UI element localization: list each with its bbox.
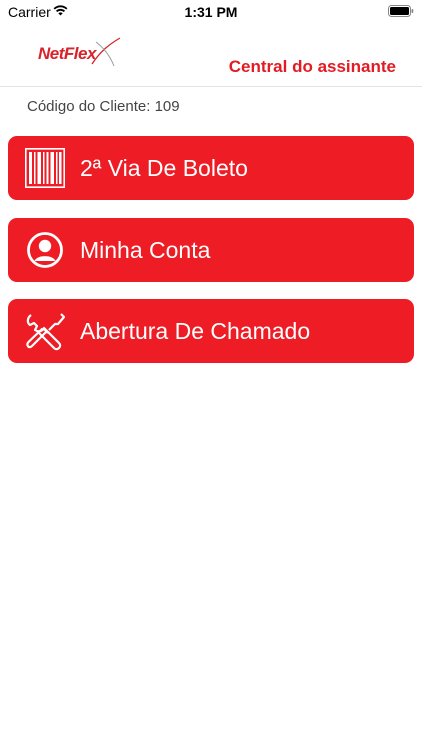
status-bar: Carrier 1:31 PM xyxy=(0,0,422,24)
logo-text: NetFlex xyxy=(38,44,96,63)
tools-icon xyxy=(26,313,65,351)
open-ticket-button-label: Abertura De Chamado xyxy=(80,318,311,344)
open-ticket-button[interactable]: Abertura De Chamado xyxy=(8,299,414,363)
account-button[interactable]: Minha Conta xyxy=(8,218,414,282)
netflex-logo: NetFlex xyxy=(34,36,124,70)
user-circle-icon xyxy=(27,232,63,268)
boleto-button[interactable]: 2ª Via De Boleto xyxy=(8,136,414,200)
battery-icon xyxy=(388,5,414,17)
status-time: 1:31 PM xyxy=(184,4,238,20)
barcode-icon xyxy=(25,148,65,188)
page-title: Central do assinante xyxy=(228,57,396,76)
app-header: NetFlex Central do assinante xyxy=(0,24,422,87)
boleto-button-label: 2ª Via De Boleto xyxy=(80,155,248,181)
account-button-label: Minha Conta xyxy=(80,237,211,263)
client-code-label: Código do Cliente: 109 xyxy=(27,98,180,115)
